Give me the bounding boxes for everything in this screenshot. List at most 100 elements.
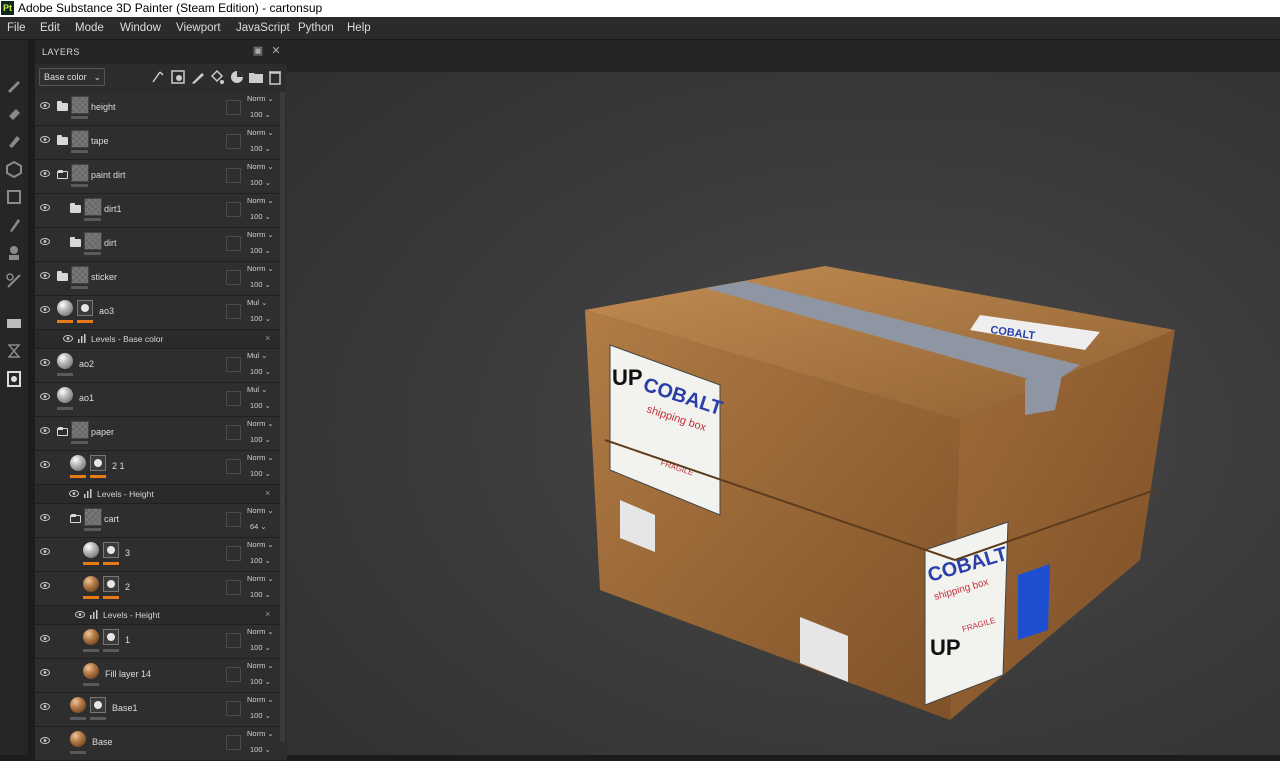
mask-icon[interactable] — [90, 455, 106, 471]
blend-mask-checkbox[interactable] — [226, 391, 241, 406]
folder-icon[interactable] — [70, 203, 81, 213]
blend-mask-checkbox[interactable] — [226, 168, 241, 183]
eye-icon[interactable] — [40, 306, 50, 313]
mask-icon[interactable] — [77, 300, 93, 316]
menu-window[interactable]: Window — [120, 17, 161, 39]
menu-python[interactable]: Python — [298, 17, 334, 39]
screenshot-icon[interactable] — [5, 370, 23, 388]
layer-row[interactable]: cart Norm ⌄ 64 ⌄ — [35, 504, 287, 538]
layer-name[interactable]: paint dirt — [91, 170, 126, 180]
blend-mode-dropdown[interactable]: Norm ⌄ — [247, 196, 274, 205]
close-icon[interactable]: × — [265, 488, 270, 498]
opacity-dropdown[interactable]: 100 ⌄ — [250, 178, 271, 187]
blend-mask-checkbox[interactable] — [226, 580, 241, 595]
layer-row[interactable]: sticker Norm ⌄ 100 ⌄ — [35, 262, 287, 296]
material-sphere-icon[interactable] — [83, 576, 99, 592]
opacity-dropdown[interactable]: 100 ⌄ — [250, 711, 271, 720]
layer-name[interactable]: height — [91, 102, 116, 112]
add-folder-icon[interactable] — [248, 69, 264, 85]
channel-select[interactable]: Base color ⌄ — [39, 68, 105, 86]
add-mask-icon[interactable] — [170, 69, 186, 85]
menu-viewport[interactable]: Viewport — [176, 17, 221, 39]
material-sphere-icon[interactable] — [83, 629, 99, 645]
blend-mode-dropdown[interactable]: Norm ⌄ — [247, 729, 274, 738]
layer-name[interactable]: Base1 — [112, 703, 138, 713]
blend-mask-checkbox[interactable] — [226, 270, 241, 285]
layer-effect-row[interactable]: Levels - Base color × — [35, 330, 287, 349]
mask-icon[interactable] — [103, 629, 119, 645]
eye-icon[interactable] — [40, 461, 50, 468]
eraser-icon[interactable] — [5, 104, 23, 122]
material-sphere-icon[interactable] — [57, 353, 73, 369]
layers-scrollbar[interactable] — [280, 92, 285, 742]
projection-icon[interactable] — [5, 132, 23, 150]
blend-mask-checkbox[interactable] — [226, 546, 241, 561]
material-sphere-icon[interactable] — [70, 697, 86, 713]
layer-row[interactable]: 2 1 Norm ⌄ 100 ⌄ — [35, 451, 287, 485]
menu-javascript[interactable]: JavaScript — [236, 17, 290, 39]
blend-mask-checkbox[interactable] — [226, 735, 241, 750]
blend-mask-checkbox[interactable] — [226, 236, 241, 251]
blend-mask-checkbox[interactable] — [226, 304, 241, 319]
3d-viewport[interactable]: UP COBALT shipping box FRAGILE COBALT sh… — [287, 40, 1280, 755]
clone-icon[interactable] — [5, 216, 23, 234]
blend-mode-dropdown[interactable]: Mul ⌄ — [247, 351, 267, 360]
close-icon[interactable]: × — [265, 333, 270, 343]
bake-icon[interactable] — [5, 342, 23, 360]
blend-mode-dropdown[interactable]: Norm ⌄ — [247, 419, 274, 428]
blend-mode-dropdown[interactable]: Norm ⌄ — [247, 128, 274, 137]
layer-name[interactable]: 2 1 — [112, 461, 125, 471]
paint-brush-icon[interactable] — [5, 76, 23, 94]
eye-icon[interactable] — [40, 514, 50, 521]
mask-icon[interactable] — [103, 576, 119, 592]
layer-row[interactable]: Base1 Norm ⌄ 100 ⌄ — [35, 693, 287, 727]
blend-mode-dropdown[interactable]: Norm ⌄ — [247, 94, 274, 103]
opacity-dropdown[interactable]: 100 ⌄ — [250, 643, 271, 652]
layer-name[interactable]: ao2 — [79, 359, 94, 369]
layer-name[interactable]: paper — [91, 427, 114, 437]
material-picker-icon[interactable] — [5, 244, 23, 262]
opacity-dropdown[interactable]: 100 ⌄ — [250, 280, 271, 289]
material-sphere-icon[interactable] — [83, 663, 99, 679]
blend-mode-dropdown[interactable]: Norm ⌄ — [247, 540, 274, 549]
eye-icon[interactable] — [40, 548, 50, 555]
folder-icon[interactable] — [70, 237, 81, 247]
eye-icon[interactable] — [40, 703, 50, 710]
blend-mask-checkbox[interactable] — [226, 425, 241, 440]
layer-name[interactable]: cart — [104, 514, 119, 524]
eye-icon[interactable] — [40, 427, 50, 434]
layer-effect-row[interactable]: Levels - Height × — [35, 485, 287, 504]
layer-row[interactable]: ao2 Mul ⌄ 100 ⌄ — [35, 349, 287, 383]
opacity-dropdown[interactable]: 100 ⌄ — [250, 556, 271, 565]
blend-mask-checkbox[interactable] — [226, 357, 241, 372]
polygon-fill-icon[interactable] — [5, 272, 23, 290]
blend-mask-checkbox[interactable] — [226, 459, 241, 474]
blend-mode-dropdown[interactable]: Norm ⌄ — [247, 230, 274, 239]
opacity-dropdown[interactable]: 100 ⌄ — [250, 314, 271, 323]
material-sphere-icon[interactable] — [57, 387, 73, 403]
opacity-dropdown[interactable]: 100 ⌄ — [250, 590, 271, 599]
layer-row[interactable]: dirt Norm ⌄ 100 ⌄ — [35, 228, 287, 262]
opacity-dropdown[interactable]: 64 ⌄ — [250, 522, 267, 531]
layer-name[interactable]: 2 — [125, 582, 130, 592]
layer-name[interactable]: Fill layer 14 — [105, 669, 151, 679]
layer-name[interactable]: tape — [91, 136, 109, 146]
menu-file[interactable]: File — [7, 17, 26, 39]
opacity-dropdown[interactable]: 100 ⌄ — [250, 401, 271, 410]
eye-icon[interactable] — [40, 669, 50, 676]
eye-icon[interactable] — [40, 393, 50, 400]
layer-effect-row[interactable]: Levels - Height × — [35, 606, 287, 625]
opacity-dropdown[interactable]: 100 ⌄ — [250, 110, 271, 119]
blend-mode-dropdown[interactable]: Norm ⌄ — [247, 506, 274, 515]
opacity-dropdown[interactable]: 100 ⌄ — [250, 246, 271, 255]
folder-icon[interactable] — [57, 101, 68, 111]
mask-icon[interactable] — [103, 542, 119, 558]
layer-row[interactable]: ao1 Mul ⌄ 100 ⌄ — [35, 383, 287, 417]
close-icon[interactable]: × — [265, 609, 270, 619]
opacity-dropdown[interactable]: 100 ⌄ — [250, 469, 271, 478]
add-smart-material-icon[interactable] — [229, 69, 245, 85]
layer-name[interactable]: ao3 — [99, 306, 114, 316]
layer-name[interactable]: dirt — [104, 238, 117, 248]
layer-name[interactable]: ao1 — [79, 393, 94, 403]
blend-mode-dropdown[interactable]: Norm ⌄ — [247, 574, 274, 583]
